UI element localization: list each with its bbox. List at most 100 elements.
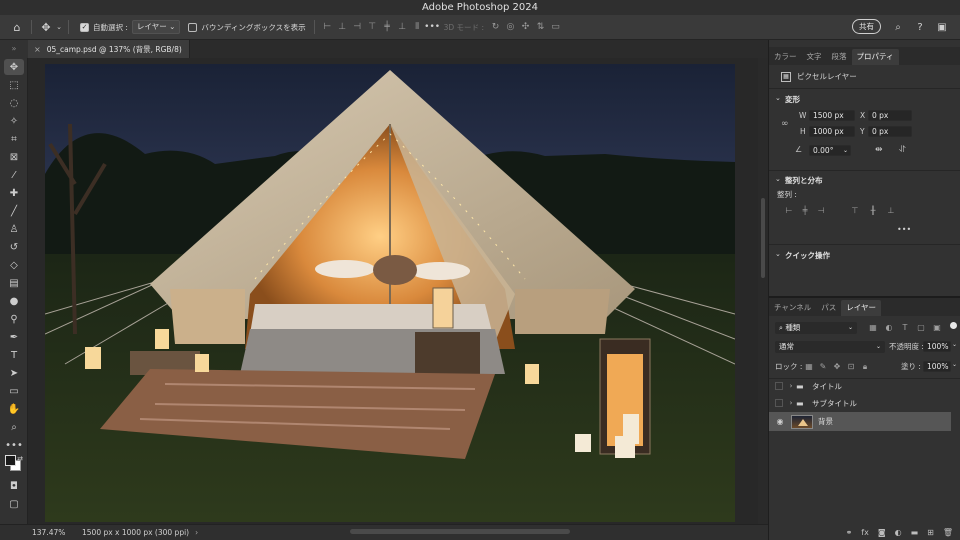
- angle-field[interactable]: 0.00° ⌄: [809, 145, 851, 156]
- flip-vertical-icon[interactable]: ⥯: [899, 145, 906, 155]
- align-vertical-centers-icon[interactable]: ╫: [867, 205, 879, 217]
- chevron-down-icon[interactable]: ⌄: [775, 94, 781, 102]
- scrollbar-thumb[interactable]: [761, 198, 765, 278]
- 3d-roll-icon[interactable]: ◎: [503, 20, 518, 35]
- align-top-edges-icon[interactable]: ⊤: [849, 205, 861, 217]
- align-horizontal-centers-icon[interactable]: ╪: [799, 205, 811, 217]
- chevron-down-icon[interactable]: ⌄: [55, 18, 63, 36]
- 3d-pan-icon[interactable]: ✣: [518, 20, 533, 35]
- lock-image-icon[interactable]: ✎: [817, 361, 829, 373]
- blend-mode-dropdown[interactable]: 通常 ⌄: [775, 341, 885, 353]
- layer-style-icon[interactable]: fx: [861, 528, 869, 537]
- tab-character[interactable]: 文字: [802, 49, 827, 65]
- fill-field[interactable]: 100%: [923, 361, 951, 372]
- screen-mode-icon[interactable]: ▢: [4, 496, 24, 512]
- chevron-down-icon[interactable]: ⌄: [775, 175, 781, 183]
- tab-paragraph[interactable]: 段落: [827, 49, 852, 65]
- layer-row[interactable]: ◉ 背景: [769, 412, 951, 431]
- toolbar-collapse-icon[interactable]: »: [0, 40, 28, 58]
- align-center-h-icon[interactable]: ⊥: [335, 20, 350, 35]
- filter-toggle-icon[interactable]: [950, 322, 957, 329]
- search-icon[interactable]: ⌕: [890, 19, 906, 35]
- filter-type-icon[interactable]: T: [899, 322, 911, 334]
- type-tool-icon[interactable]: T: [4, 347, 24, 363]
- filter-adjustment-icon[interactable]: ◐: [883, 322, 895, 334]
- align-center-v-icon[interactable]: ╪: [380, 20, 395, 35]
- horizontal-scrollbar-thumb[interactable]: [350, 529, 570, 534]
- hand-tool-icon[interactable]: ✋: [4, 401, 24, 417]
- chevron-down-icon[interactable]: ⌄: [952, 341, 957, 348]
- history-brush-icon[interactable]: ↺: [4, 239, 24, 255]
- move-tool-icon[interactable]: ✥: [4, 59, 24, 75]
- layer-row[interactable]: › ▬ サブタイトル: [769, 395, 951, 411]
- x-field[interactable]: 0 px: [868, 110, 912, 121]
- eraser-tool-icon[interactable]: ◇: [4, 257, 24, 273]
- tab-channels[interactable]: チャンネル: [769, 300, 816, 316]
- zoom-tool-icon[interactable]: ⌕: [4, 419, 24, 435]
- document-tab[interactable]: × 05_camp.psd @ 137% (背景, RGB/8): [28, 40, 190, 58]
- eye-icon[interactable]: ◉: [773, 417, 787, 426]
- close-tab-icon[interactable]: ×: [34, 45, 41, 54]
- home-icon[interactable]: ⌂: [8, 18, 26, 36]
- add-mask-icon[interactable]: ◙: [878, 528, 886, 537]
- align-right-icon[interactable]: ⊣: [350, 20, 365, 35]
- tab-properties[interactable]: プロパティ: [851, 49, 899, 65]
- link-layers-icon[interactable]: ⚭: [846, 528, 853, 537]
- blur-tool-icon[interactable]: ●: [4, 293, 24, 309]
- height-field[interactable]: 1000 px: [809, 126, 855, 137]
- marquee-tool-icon[interactable]: ⬚: [4, 77, 24, 93]
- chevron-down-icon[interactable]: ⌄: [775, 250, 781, 258]
- status-menu-arrow[interactable]: ›: [195, 528, 198, 537]
- y-field[interactable]: 0 px: [868, 126, 912, 137]
- lasso-tool-icon[interactable]: ◌: [4, 95, 24, 111]
- filter-smart-object-icon[interactable]: ▣: [931, 322, 943, 334]
- magic-wand-icon[interactable]: ✧: [4, 113, 24, 129]
- 3d-camera-icon[interactable]: ▭: [548, 20, 563, 35]
- filter-shape-icon[interactable]: ▢: [915, 322, 927, 334]
- align-bottom-edges-icon[interactable]: ⊥: [885, 205, 897, 217]
- dodge-tool-icon[interactable]: ⚲: [4, 311, 24, 327]
- quick-mask-icon[interactable]: ◘: [4, 478, 24, 494]
- tab-paths[interactable]: パス: [816, 300, 841, 316]
- tab-color[interactable]: カラー: [769, 49, 802, 65]
- link-constrain-icon[interactable]: ∞: [781, 119, 789, 129]
- auto-select-target-dropdown[interactable]: レイヤー ⌄: [131, 20, 181, 34]
- new-layer-icon[interactable]: ⊞: [927, 528, 934, 537]
- align-left-edges-icon[interactable]: ⊢: [783, 205, 795, 217]
- canvas-area[interactable]: [28, 58, 768, 524]
- 3d-slide-icon[interactable]: ⇅: [533, 20, 548, 35]
- flip-horizontal-icon[interactable]: ⇹: [875, 145, 883, 155]
- zoom-level[interactable]: 137.47%: [0, 528, 76, 537]
- more-options-icon[interactable]: •••: [424, 20, 440, 35]
- auto-select-checkbox[interactable]: ✓: [80, 22, 89, 32]
- layer-row[interactable]: › ▬ タイトル: [769, 378, 951, 394]
- width-field[interactable]: 1500 px: [809, 110, 855, 121]
- lock-position-icon[interactable]: ✥: [831, 361, 843, 373]
- lock-transparent-icon[interactable]: ▦: [803, 361, 815, 373]
- trash-icon[interactable]: 🗑︎: [943, 528, 953, 537]
- align-right-edges-icon[interactable]: ⊣: [815, 205, 827, 217]
- gradient-tool-icon[interactable]: ▤: [4, 275, 24, 291]
- opacity-field[interactable]: 100%: [923, 341, 951, 352]
- path-select-icon[interactable]: ➤: [4, 365, 24, 381]
- document-canvas-image[interactable]: [45, 64, 735, 522]
- align-bottom-icon[interactable]: ⊥: [395, 20, 410, 35]
- stamp-tool-icon[interactable]: ♙: [4, 221, 24, 237]
- vertical-scrollbar[interactable]: [758, 58, 768, 524]
- layer-visibility-toggle[interactable]: [775, 382, 783, 390]
- pen-tool-icon[interactable]: ✒: [4, 329, 24, 345]
- move-tool-icon[interactable]: ✥: [37, 18, 55, 36]
- foreground-color-swatch[interactable]: [5, 455, 16, 466]
- 3d-rotate-icon[interactable]: ↻: [488, 20, 503, 35]
- layer-filter-dropdown[interactable]: ⌕ 種類 ⌄: [775, 322, 857, 334]
- align-left-icon[interactable]: ⊢: [320, 20, 335, 35]
- align-top-icon[interactable]: ⊤: [365, 20, 380, 35]
- tab-layers[interactable]: レイヤー: [841, 300, 882, 316]
- healing-brush-icon[interactable]: ✚: [4, 185, 24, 201]
- share-button[interactable]: 共有: [852, 19, 881, 34]
- chevron-down-icon[interactable]: ⌄: [843, 146, 848, 156]
- distribute-icon[interactable]: ⫴: [410, 20, 425, 35]
- eyedropper-icon[interactable]: ⁄: [4, 167, 24, 183]
- crop-tool-icon[interactable]: ⌗: [4, 131, 24, 147]
- new-group-icon[interactable]: ▬: [911, 528, 919, 537]
